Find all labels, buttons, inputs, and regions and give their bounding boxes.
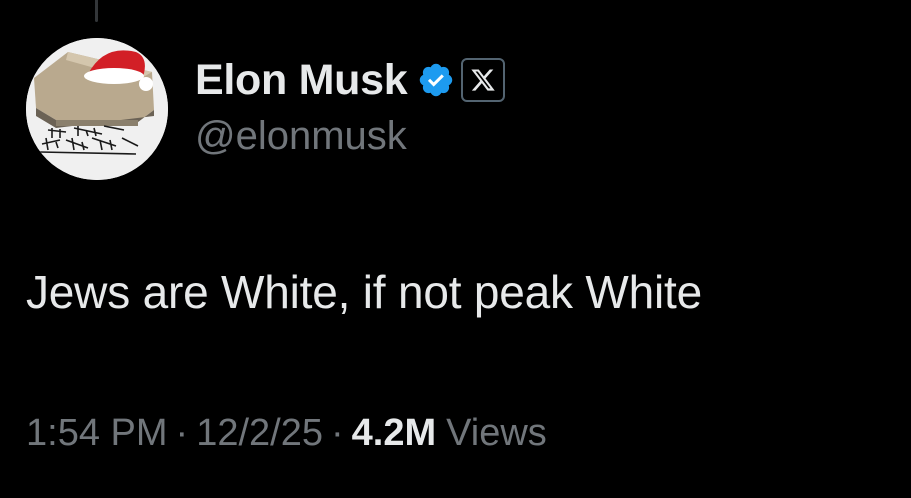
x-logo-icon[interactable] xyxy=(461,58,506,102)
avatar-image xyxy=(26,38,168,180)
views-count: 4.2M xyxy=(351,412,437,454)
meta-separator: · xyxy=(175,412,189,454)
meta-separator: · xyxy=(330,412,344,454)
author-name-row: Elon Musk xyxy=(195,54,506,106)
tweet-time[interactable]: 1:54 PM xyxy=(26,412,168,455)
tweet-meta: 1:54 PM · 12/2/25 · 4.2M Views xyxy=(26,412,547,455)
views-label: Views xyxy=(446,412,547,454)
tweet-date[interactable]: 12/2/25 xyxy=(196,412,323,455)
tweet-text: Jews are White, if not peak White xyxy=(26,266,703,318)
verified-badge-icon[interactable] xyxy=(417,61,455,99)
avatar[interactable] xyxy=(26,38,168,180)
author-display-name[interactable]: Elon Musk xyxy=(195,56,408,105)
x-logo-glyph xyxy=(471,69,496,91)
author-handle[interactable]: @elonmusk xyxy=(195,114,407,159)
thread-connector-line xyxy=(95,0,98,22)
